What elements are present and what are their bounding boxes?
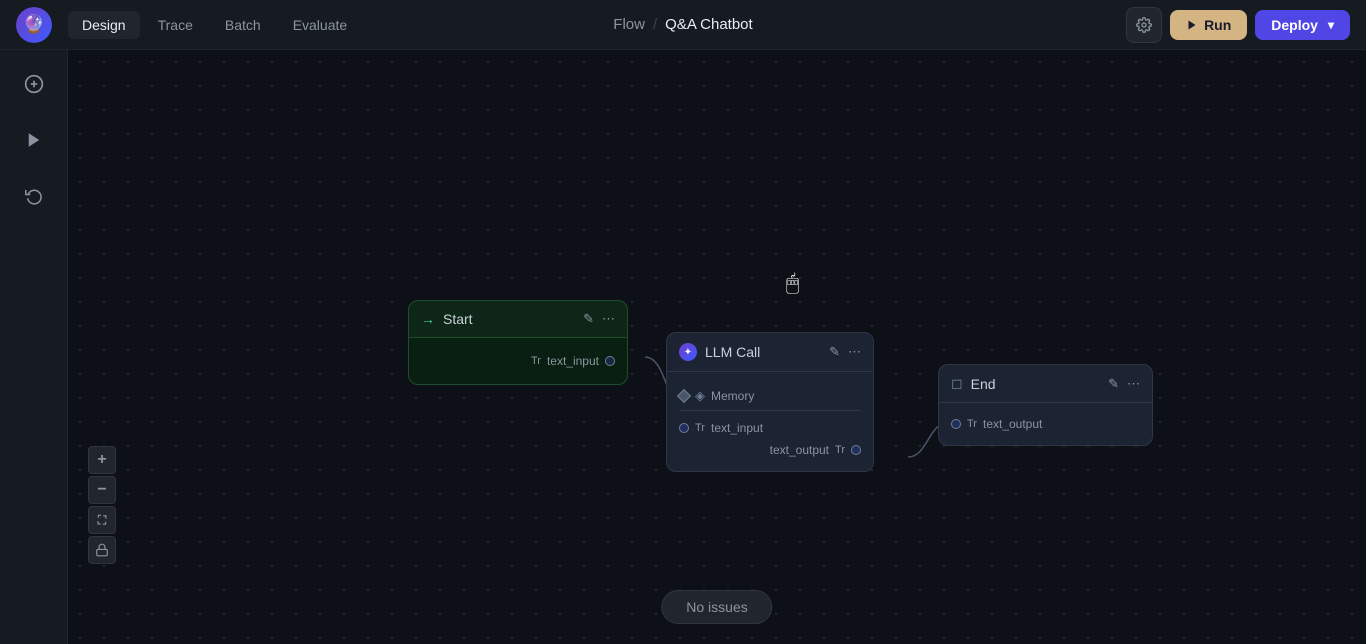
llm-more-icon[interactable]: ⋯ [848,344,861,360]
header: 🔮 Design Trace Batch Evaluate Flow / Q&A… [0,0,1366,50]
llm-memory-label: Memory [711,389,754,403]
header-left: 🔮 Design Trace Batch Evaluate [16,7,361,43]
end-port-dot-in [951,419,961,429]
breadcrumb-current: Q&A Chatbot [665,16,753,33]
end-input-label: text_output [983,417,1042,431]
llm-node-actions: ✎ ⋯ [829,344,861,360]
nav-tabs: Design Trace Batch Evaluate [68,11,361,39]
end-node[interactable]: ◻ End ✎ ⋯ Tr text_output [938,364,1153,446]
main-layout: → Start ✎ ⋯ Tr text_input ✦ [0,50,1366,644]
tab-trace[interactable]: Trace [144,11,207,39]
start-node-icon: → [421,311,435,327]
breadcrumb: Flow / Q&A Chatbot [613,16,752,33]
start-output-port: Tr text_input [421,350,615,372]
start-node-title-group: → Start [421,311,473,327]
llm-node[interactable]: ✦ LLM Call ✎ ⋯ ◈ Memory Tr text_input [666,332,874,472]
start-edit-icon[interactable]: ✎ [583,311,594,327]
tab-evaluate[interactable]: Evaluate [279,11,361,39]
end-more-icon[interactable]: ⋯ [1127,376,1140,392]
llm-node-title: LLM Call [705,344,760,360]
llm-node-title-group: ✦ LLM Call [679,343,760,361]
start-node[interactable]: → Start ✎ ⋯ Tr text_input [408,300,628,385]
end-node-title-group: ◻ End [951,375,996,392]
add-node-button[interactable] [16,66,52,102]
end-node-actions: ✎ ⋯ [1108,376,1140,392]
sidebar [0,50,68,644]
end-input-type-icon: Tr [967,418,977,430]
start-port-type-icon: Tr [531,355,541,367]
end-node-body: Tr text_output [939,403,1152,445]
zoom-lock-button[interactable] [88,536,116,564]
end-node-title: End [971,376,996,392]
tab-design[interactable]: Design [68,11,140,39]
llm-edit-icon[interactable]: ✎ [829,344,840,360]
deploy-button[interactable]: Deploy ▾ [1255,10,1350,40]
app-logo: 🔮 [16,7,52,43]
llm-output-type-icon: Tr [835,444,845,456]
zoom-in-button[interactable]: + [88,446,116,474]
status-bar: No issues [661,590,772,624]
llm-port-dot-out [851,445,861,455]
start-more-icon[interactable]: ⋯ [602,311,615,327]
history-button[interactable] [16,178,52,214]
zoom-controls: + − ⛶ [88,446,116,564]
zoom-fit-button[interactable]: ⛶ [88,506,116,534]
start-port-label: text_input [547,354,599,368]
end-node-header: ◻ End ✎ ⋯ [939,365,1152,403]
llm-input-type-icon: Tr [695,422,705,434]
start-node-actions: ✎ ⋯ [583,311,615,327]
llm-input-port: Tr text_input [679,417,861,439]
llm-node-body: ◈ Memory Tr text_input text_output Tr [667,372,873,471]
breadcrumb-parent[interactable]: Flow [613,16,645,33]
llm-port-dot-in [679,423,689,433]
llm-memory-row: ◈ Memory [679,382,861,411]
end-edit-icon[interactable]: ✎ [1108,376,1119,392]
start-port-dot-out [605,356,615,366]
memory-icon: ◈ [695,388,705,404]
run-button[interactable]: Run [1170,10,1247,40]
start-node-body: Tr text_input [409,338,627,384]
run-sidebar-button[interactable] [16,122,52,158]
settings-button[interactable] [1126,7,1162,43]
end-input-port: Tr text_output [951,413,1140,435]
llm-node-header: ✦ LLM Call ✎ ⋯ [667,333,873,372]
header-right: Run Deploy ▾ [1126,7,1350,43]
status-text: No issues [686,599,747,615]
flow-canvas[interactable]: → Start ✎ ⋯ Tr text_input ✦ [68,50,1366,644]
start-node-title: Start [443,311,473,327]
cursor: 🖱 [786,270,799,296]
llm-node-icon: ✦ [679,343,697,361]
llm-input-label: text_input [711,421,763,435]
start-node-header: → Start ✎ ⋯ [409,301,627,338]
breadcrumb-separator: / [653,16,657,33]
llm-output-port: text_output Tr [679,439,861,461]
end-node-icon: ◻ [951,375,963,392]
llm-output-label: text_output [770,443,829,457]
logo-image: 🔮 [16,7,52,43]
tab-batch[interactable]: Batch [211,11,275,39]
zoom-out-button[interactable]: − [88,476,116,504]
llm-memory-port [677,389,691,403]
